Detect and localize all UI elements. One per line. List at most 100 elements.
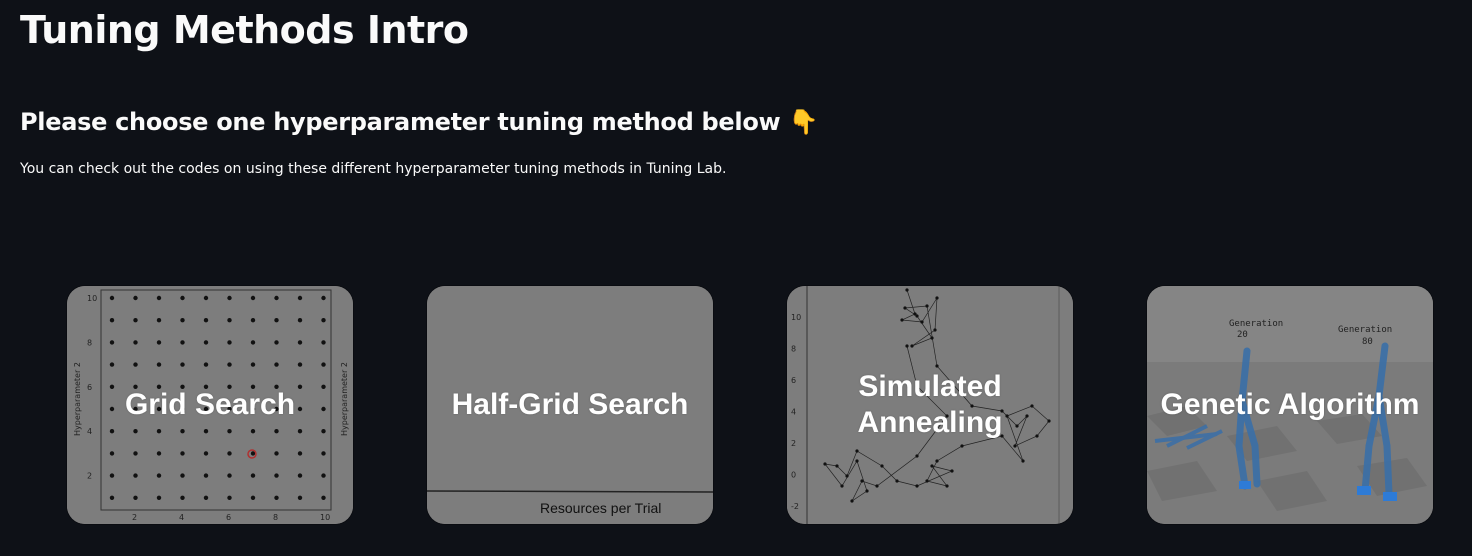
- grid-search-card[interactable]: 10 8 6 4 2 2 4 6 8 10 Hyperparameter 2 Hyperpara…: [67, 286, 353, 524]
- grid-point: [227, 451, 232, 456]
- sa-y-tick: 8: [791, 345, 796, 354]
- grid-point: [109, 473, 115, 478]
- grid-point: [180, 318, 185, 323]
- grid-point: [203, 495, 209, 500]
- grid-point: [227, 362, 232, 367]
- grid-point: [180, 362, 185, 367]
- grid-y-tick: 2: [87, 472, 92, 481]
- grid-point: [321, 473, 326, 478]
- sa-point: [960, 444, 964, 448]
- sa-point: [880, 464, 884, 468]
- page-title: Tuning Methods Intro: [20, 8, 469, 52]
- sa-point: [920, 320, 924, 324]
- grid-point: [274, 295, 279, 301]
- genetic-algorithm-label: Genetic Algorithm: [1160, 388, 1420, 421]
- half-grid-x-axis-label: Resources per Trial: [540, 500, 661, 516]
- grid-point: [227, 495, 232, 500]
- grid-point: [180, 495, 185, 500]
- sa-point: [933, 328, 937, 332]
- grid-point: [203, 451, 209, 456]
- grid-point: [297, 451, 303, 456]
- grid-point: [180, 295, 185, 301]
- grid-point: [297, 495, 303, 500]
- sa-point: [925, 479, 929, 483]
- generation-80-label: Generation: [1338, 325, 1392, 335]
- generation-80-value: 80: [1362, 337, 1373, 347]
- simulated-annealing-card[interactable]: 10 8 6 4 2 0 -2 Simulated Annealing: [787, 286, 1073, 524]
- grid-point: [297, 362, 303, 367]
- sa-point: [845, 474, 849, 478]
- grid-point: [109, 295, 115, 301]
- grid-point: [321, 495, 326, 500]
- grid-x-tick: 2: [132, 513, 137, 522]
- generation-20-label: Generation: [1229, 319, 1283, 329]
- grid-point: [227, 318, 232, 323]
- grid-y-tick: 10: [87, 294, 97, 303]
- grid-point: [203, 429, 209, 434]
- grid-point: [227, 429, 232, 434]
- grid-point: [321, 295, 326, 301]
- sa-point: [935, 296, 939, 300]
- grid-point: [133, 495, 138, 500]
- half-grid-search-label: Half-Grid Search: [451, 388, 689, 421]
- grid-point: [156, 340, 162, 345]
- half-grid-search-card[interactable]: Resources per Trial Half-Grid Search: [427, 286, 713, 524]
- subtitle-text: Please choose one hyperparameter tuning …: [20, 108, 781, 136]
- grid-point: [227, 340, 232, 345]
- grid-point: [180, 451, 185, 456]
- grid-point: [250, 295, 256, 301]
- sa-point: [925, 304, 929, 308]
- grid-point: [274, 495, 279, 500]
- sa-point: [935, 459, 939, 463]
- grid-point: [133, 473, 138, 478]
- sa-y-tick: 0: [791, 471, 796, 480]
- sa-point: [950, 469, 954, 473]
- grid-point: [180, 473, 185, 478]
- grid-point: [250, 429, 256, 434]
- section-subtitle: Please choose one hyperparameter tuning …: [20, 108, 818, 136]
- sa-y-tick: 10: [791, 313, 801, 322]
- grid-point: [250, 362, 256, 367]
- grid-point: [203, 295, 209, 301]
- grid-point: [321, 362, 326, 367]
- grid-point: [297, 340, 303, 345]
- sa-point: [1013, 444, 1017, 448]
- grid-point: [203, 473, 209, 478]
- generation-20-value: 20: [1237, 330, 1248, 340]
- sa-point: [823, 462, 827, 466]
- grid-point: [156, 451, 162, 456]
- sa-point: [910, 344, 914, 348]
- grid-point: [109, 429, 115, 434]
- grid-point: [250, 473, 256, 478]
- grid-point: [274, 318, 279, 323]
- grid-point: [203, 362, 209, 367]
- sa-point: [865, 489, 869, 493]
- grid-point: [156, 362, 162, 367]
- sa-point: [905, 288, 909, 292]
- grid-point: [227, 295, 232, 301]
- grid-point: [321, 429, 326, 434]
- grid-point: [133, 318, 138, 323]
- grid-point: [133, 362, 138, 367]
- sa-point: [850, 499, 854, 503]
- pointing-down-icon: 👇: [788, 108, 819, 136]
- grid-point: [109, 362, 115, 367]
- description-text: You can check out the codes on using the…: [20, 161, 727, 177]
- grid-point: [250, 340, 256, 345]
- grid-point: [297, 473, 303, 478]
- grid-point: [250, 318, 256, 323]
- grid-x-tick: 10: [320, 513, 330, 522]
- grid-x-tick: 8: [273, 513, 278, 522]
- grid-point: [227, 473, 232, 478]
- sa-point: [1021, 459, 1025, 463]
- sa-point: [835, 464, 839, 468]
- grid-point: [297, 429, 303, 434]
- grid-point: [274, 340, 279, 345]
- genetic-algorithm-card[interactable]: Generation 20 Generation 80 Genetic Algo…: [1147, 286, 1433, 524]
- grid-y-tick: 8: [87, 338, 92, 347]
- grid-point: [156, 295, 162, 301]
- grid-point: [180, 340, 185, 345]
- sa-point: [945, 484, 949, 488]
- sa-y-tick: -2: [791, 502, 799, 511]
- grid-point: [156, 429, 162, 434]
